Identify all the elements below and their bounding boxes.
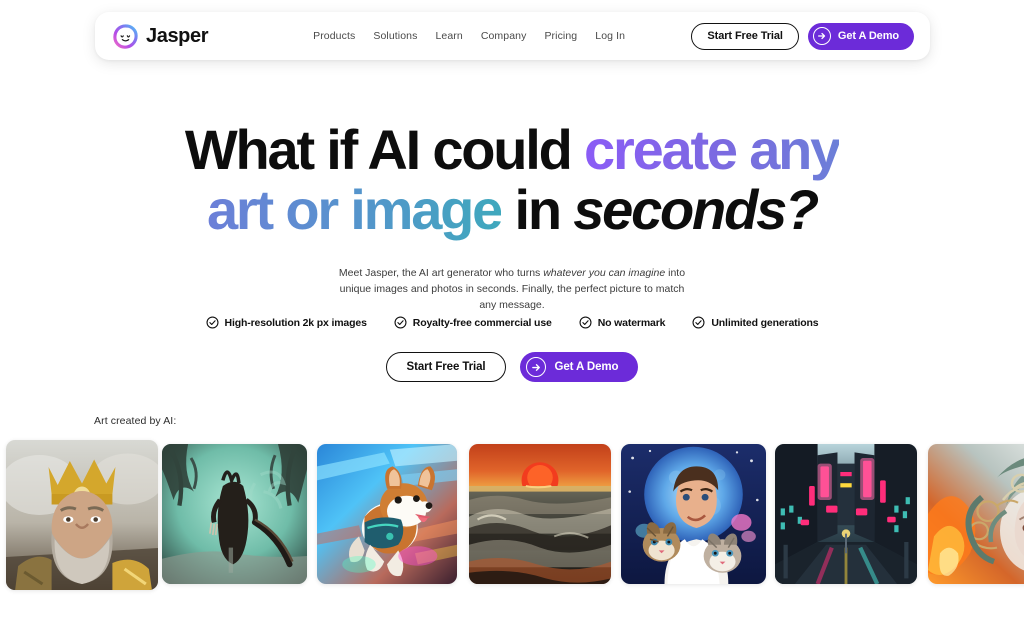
feature-label: No watermark <box>597 316 666 329</box>
feature-item-no-watermark: No watermark <box>579 316 666 329</box>
headline-line-2: art or image in seconds? <box>0 180 1024 240</box>
gallery-item[interactable] <box>775 444 917 584</box>
arrow-right-circle-icon <box>526 357 547 377</box>
feature-list: High-resolution 2k px images Royalty-fre… <box>0 316 1024 329</box>
header-get-a-demo-button[interactable]: Get A Demo <box>807 22 914 50</box>
nav-link-solutions[interactable]: Solutions <box>373 30 417 42</box>
feature-label: Royalty-free commercial use <box>412 316 552 329</box>
headline-plain-1: What if AI could <box>184 118 585 181</box>
nav-link-learn[interactable]: Learn <box>435 30 462 42</box>
hero-section: What if AI could create any art or image… <box>0 118 1024 314</box>
header-get-a-demo-label: Get A Demo <box>837 30 899 42</box>
gallery-item[interactable] <box>6 440 158 590</box>
brand-name: Jasper <box>146 25 209 47</box>
jasper-smiley-gradient-ring-icon <box>113 23 138 49</box>
headline-gradient-1: create any <box>584 118 841 181</box>
check-circle-icon <box>692 316 705 329</box>
gallery-item[interactable] <box>317 444 457 584</box>
headline-gradient-2: art or image <box>206 178 503 242</box>
nav-link-login[interactable]: Log In <box>595 30 625 42</box>
gallery-item[interactable] <box>469 444 611 584</box>
header-start-free-trial-button[interactable]: Start Free Trial <box>691 22 799 50</box>
art-gallery <box>0 438 1024 598</box>
subcopy-part-1: Meet Jasper, the AI art generator who tu… <box>338 266 544 279</box>
check-circle-icon <box>579 316 592 329</box>
page-title: What if AI could create any art or image… <box>0 118 1024 241</box>
feature-item-unlimited: Unlimited generations <box>692 316 819 329</box>
feature-item-royalty-free: Royalty-free commercial use <box>394 316 552 329</box>
landing-page: Jasper Products Solutions Learn Company … <box>0 0 1024 626</box>
check-circle-icon <box>206 316 219 329</box>
hero-start-free-trial-button[interactable]: Start Free Trial <box>385 352 507 382</box>
site-header: Jasper Products Solutions Learn Company … <box>95 12 930 60</box>
nav-link-products[interactable]: Products <box>313 30 355 42</box>
gallery-label: Art created by AI: <box>94 415 177 427</box>
headline-line-1: What if AI could create any <box>0 118 1024 181</box>
main-navigation: Products Solutions Learn Company Pricing… <box>313 30 625 42</box>
nav-link-pricing[interactable]: Pricing <box>544 30 577 42</box>
hero-subcopy: Meet Jasper, the AI art generator who tu… <box>332 265 692 314</box>
gallery-item[interactable] <box>162 444 307 584</box>
header-actions: Start Free Trial Get A Demo <box>691 22 914 50</box>
arrow-right-circle-icon <box>812 27 831 45</box>
check-circle-icon <box>394 316 407 329</box>
feature-label: High-resolution 2k px images <box>224 316 367 329</box>
feature-label: Unlimited generations <box>711 316 819 329</box>
gallery-item[interactable] <box>621 444 766 584</box>
headline-italic: seconds? <box>573 178 819 242</box>
nav-link-company[interactable]: Company <box>481 30 527 42</box>
hero-get-a-demo-label: Get A Demo <box>554 361 619 373</box>
brand-logo[interactable]: Jasper <box>113 23 209 49</box>
subcopy-italic: whatever you can imagine <box>543 266 666 279</box>
feature-item-resolution: High-resolution 2k px images <box>206 316 367 329</box>
gallery-item[interactable] <box>928 444 1024 584</box>
hero-get-a-demo-button[interactable]: Get A Demo <box>520 352 639 382</box>
headline-plain-2: in <box>501 178 574 242</box>
hero-cta-row: Start Free Trial Get A Demo <box>0 352 1024 382</box>
